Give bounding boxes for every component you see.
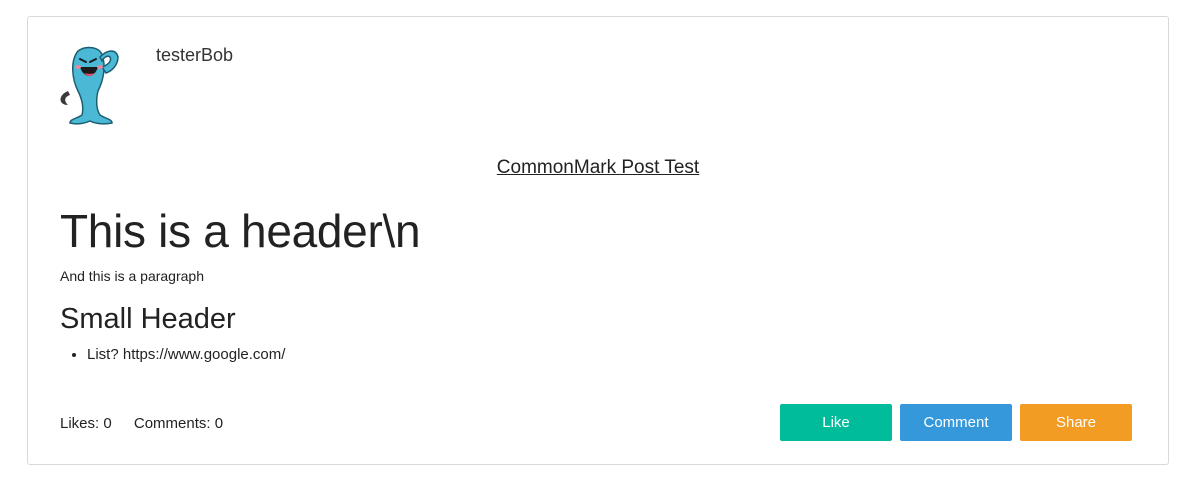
post-stats: Likes: 0 Comments: 0 [60, 414, 241, 434]
author-username[interactable]: testerBob [156, 44, 233, 66]
comment-button[interactable]: Comment [900, 404, 1012, 441]
comments-count: Comments: 0 [133, 415, 224, 432]
blue-cartoon-character-icon [60, 46, 119, 125]
likes-count: Likes: 0 [60, 415, 112, 432]
post-body: This is a header\n And this is a paragra… [60, 201, 1136, 365]
post-card: testerBob CommonMark Post Test This is a… [27, 16, 1169, 465]
list-item: List? https://www.google.com/ [87, 345, 1136, 365]
post-header: This is a header\n [60, 205, 421, 257]
like-button[interactable]: Like [780, 404, 892, 441]
avatar[interactable] [56, 43, 126, 127]
post-title: CommonMark Post Test [28, 156, 1168, 180]
post-actions: Like Comment Share [780, 404, 1132, 441]
post-paragraph: And this is a paragraph [60, 268, 204, 284]
post-list: List? https://www.google.com/ [60, 345, 1136, 365]
post-title-link[interactable]: CommonMark Post Test [497, 157, 699, 178]
post-subheader: Small Header [60, 303, 236, 335]
share-button[interactable]: Share [1020, 404, 1132, 441]
